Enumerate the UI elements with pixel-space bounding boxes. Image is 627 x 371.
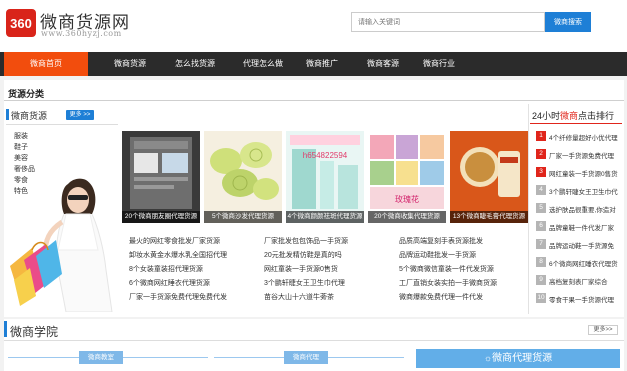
rank-item[interactable]: 高档复刻表厂家综合 [549,276,608,286]
nav-item-find-source[interactable]: 怎么找货源 [164,52,226,76]
thumb-moments[interactable]: 20个微商朋友圈代理货源 [122,131,200,223]
article-link[interactable]: 品牌运动鞋批发一手货源 [399,250,476,260]
thumb-freckle[interactable]: h654822594 4个微商颜颜祛斑代理货源 [286,131,364,223]
search-button[interactable]: 微商搜索 [545,12,591,32]
ranking-underline [530,123,622,124]
main-nav: 微商首页 微商货源 怎么找货源 代理怎么做 微商推广 微商客源 微商行业 [0,52,627,76]
rank-number: 6 [536,221,546,231]
college-more-button[interactable]: 更多>> [588,325,618,335]
article-link[interactable]: 卸妆水黄金水爆水乳全国招代理 [129,250,227,260]
nav-item-industry[interactable]: 微商行业 [412,52,466,76]
ranking-title: 24小时微商点击排行 [532,111,615,121]
tag-agent-source[interactable]: ☼微商代理货源 [416,349,620,368]
nav-item-agent[interactable]: 代理怎么做 [232,52,294,76]
thumb-caption: 5个微商沙发代理货源 [204,211,282,223]
section-marker [6,109,9,120]
rank-item[interactable]: 6个微商网红睡衣代理货 [549,258,618,268]
rank-item[interactable]: 网红童装一手货源0售货 [549,168,618,178]
rank-item[interactable]: 4个纤修量超好小优代理 [549,132,618,142]
thumb-mascara[interactable]: 13个微商睫毛膏代理货源 [450,131,528,223]
thumb-caption: 13个微商睫毛膏代理货源 [450,211,528,223]
nav-item-home[interactable]: 微商首页 [4,52,88,76]
flowers-text: 玫瑰花 [395,194,419,204]
rank-number: 5 [536,203,546,213]
rank-number: 8 [536,257,546,267]
category-clothing[interactable]: 服装 [14,131,28,141]
page: 360 微商货源网 www.360hyzj.com 微商搜索 微商首页 微商货源… [0,0,627,371]
cream-jar-image [450,131,528,223]
rank-item[interactable]: 3个鹏轩睫女王卫生巾代 [549,186,618,196]
rank-item[interactable]: 品牌童鞋一件代发厂家 [549,222,614,232]
article-link[interactable]: 3个鹏轩睫女王卫生巾代理 [264,278,345,288]
site-url: www.360hyzj.com [41,29,122,38]
nav-item-source[interactable]: 微商货源 [104,52,156,76]
more-button[interactable]: 更多 >> [66,110,94,120]
model-promo-image [10,178,113,312]
thumb-caption: 4个微商颜颜祛斑代理货源 [286,211,364,223]
rank-item[interactable]: 品牌运动鞋一手货源免 [549,240,614,250]
tag-classroom[interactable]: 微商教室 [79,351,123,364]
article-link[interactable]: 厂家一手货源免费代理免费代发 [129,292,227,302]
article-link[interactable]: 8个女装童装招代理货源 [129,264,203,274]
rank-number: 9 [536,275,546,285]
category-beauty[interactable]: 美容 [14,153,28,163]
article-link[interactable]: 网红童装一手货源0售货 [264,264,338,274]
rank-number: 3 [536,167,546,177]
section-marker [4,321,7,337]
nav-item-customers[interactable]: 微商客源 [356,52,410,76]
section-title-source: 货源分类 [8,89,45,99]
thumb-mooncake[interactable]: 5个微商沙发代理货源 [204,131,282,223]
article-link[interactable]: 5个微商微信童装一件代发货源 [399,264,494,274]
phone-number-text: h654822594 [303,151,348,160]
rank-item[interactable]: 厂家一手货源免费代理 [549,150,614,160]
thumb-caption: 20个微商朋友圈代理货源 [122,211,200,223]
divider [6,124,118,125]
rank-number: 2 [536,149,546,159]
article-link[interactable]: 工厂直销女装实拍一手微商货源 [399,278,497,288]
mooncake-image [204,131,282,223]
article-link[interactable]: 苗谷大山十六道牛蒡茶 [264,292,334,302]
article-link[interactable]: 最火的网红零食批发厂家货源 [129,236,220,246]
header: 360 微商货源网 www.360hyzj.com 微商搜索 [0,0,627,52]
thumb-collection[interactable]: 玫瑰花 20个微商收集代理货源 [368,131,446,223]
section-title-college: 微商学院 [10,325,59,339]
article-link[interactable]: 20元批发精仿鞋是真的吗 [264,250,342,260]
nav-item-promotion[interactable]: 微商推广 [295,52,349,76]
rank-item[interactable]: 零食干果一手货源代理 [549,294,614,304]
rank-item[interactable]: 选护肤品很重要,你造对 [549,204,616,214]
divider [4,100,624,101]
thumb-caption: 20个微商收集代理货源 [368,211,446,223]
article-link[interactable]: 厂家批发包包饰品一手货源 [264,236,348,246]
phone-screen-image [122,131,200,223]
article-link[interactable]: 品质高端复刻手表货源批发 [399,236,483,246]
search-input[interactable] [351,12,545,32]
logo-badge[interactable]: 360 [6,9,36,37]
article-link[interactable]: 微商爆款免费代理一件代发 [399,292,483,302]
rank-number: 10 [536,293,546,303]
sub-title-wsh: 微商货源 [11,111,48,121]
tag-agent[interactable]: 微商代理 [284,351,328,364]
skincare-product-image: h654822594 [286,131,364,223]
sun-icon: ☼ [483,353,493,363]
rank-number: 4 [536,185,546,195]
article-link[interactable]: 6个微商网红睡衣代理货源 [129,278,210,288]
divider [4,340,624,341]
rank-number: 7 [536,239,546,249]
divider [528,104,529,314]
rank-number: 1 [536,131,546,141]
products-collage-image: 玫瑰花 [368,131,446,223]
category-shoes[interactable]: 鞋子 [14,142,28,152]
